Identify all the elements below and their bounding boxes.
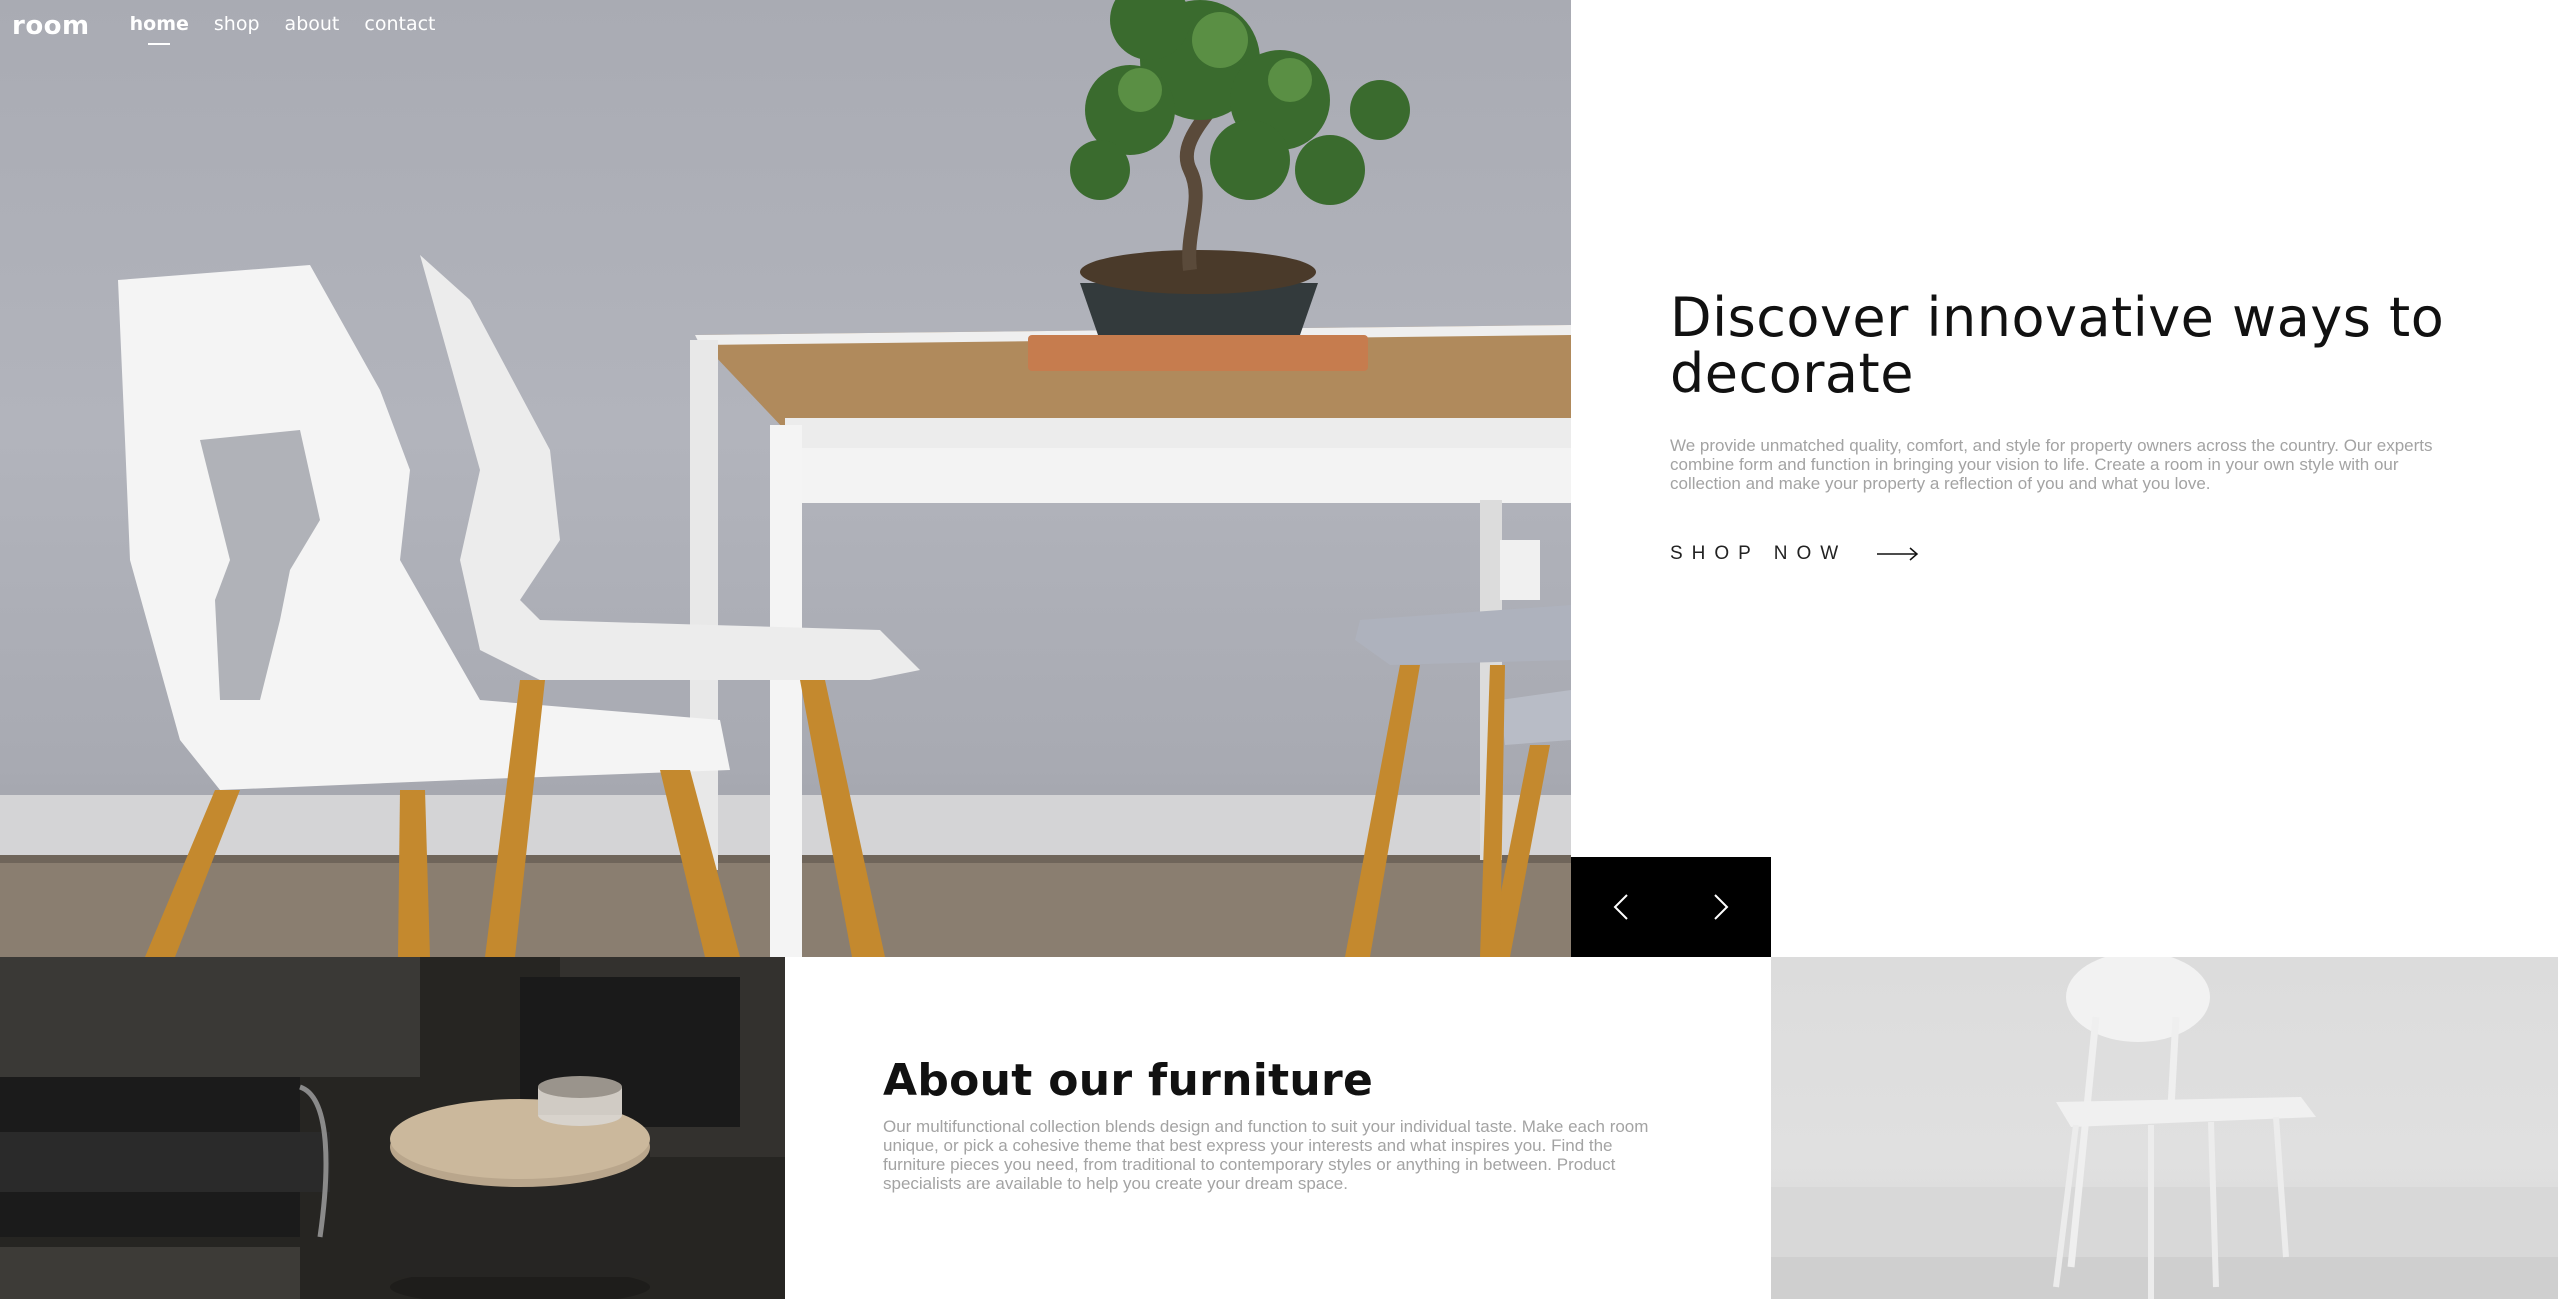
nav-link-about[interactable]: about <box>285 13 340 39</box>
slider-controls <box>1571 857 1771 957</box>
white-chair-illustration <box>1771 957 2558 1299</box>
hero-image <box>0 0 1571 957</box>
shop-now-button[interactable]: SHOP NOW <box>1670 543 2450 565</box>
hero-photo-illustration <box>0 0 1571 957</box>
hero-content: Discover innovative ways to decorate We … <box>1670 290 2450 565</box>
chevron-right-icon <box>1714 894 1729 920</box>
nav-link-home[interactable]: home <box>130 13 189 39</box>
dark-furniture-illustration <box>0 957 785 1299</box>
arrow-right-icon <box>1877 547 1919 561</box>
about-description: Our multifunctional collection blends de… <box>883 1117 1649 1193</box>
nav-link-shop[interactable]: shop <box>214 13 260 39</box>
hero-title: Discover innovative ways to decorate <box>1670 286 2445 405</box>
shop-now-label: SHOP NOW <box>1670 543 1848 564</box>
top-nav: room home shop about contact <box>12 6 460 46</box>
slider-next-button[interactable] <box>1671 857 1771 957</box>
about-section: About our furniture Our multifunctional … <box>785 957 1771 1299</box>
about-image-light <box>1771 957 2558 1299</box>
slider-prev-button[interactable] <box>1571 857 1671 957</box>
chevron-left-icon <box>1613 894 1628 920</box>
hero-description: We provide unmatched quality, comfort, a… <box>1670 436 2433 493</box>
brand-logo[interactable]: room <box>12 11 90 41</box>
nav-link-contact[interactable]: contact <box>364 13 435 39</box>
about-image-dark <box>0 957 785 1299</box>
about-title: About our furniture <box>883 1055 1374 1106</box>
